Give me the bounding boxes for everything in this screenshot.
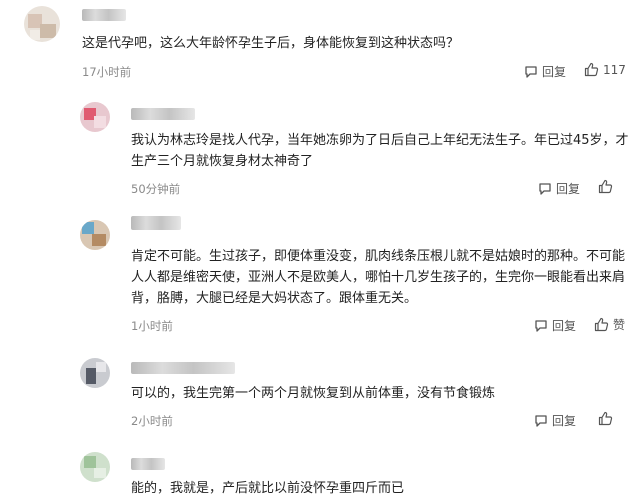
username-blurred[interactable] [131,458,165,470]
comment-text: 能的，我就是，产后就比以前没怀孕重四斤而已 [131,481,405,496]
comment-5: 能的，我就是，产后就比以前没怀孕重四斤而已 [0,0,640,496]
avatar[interactable] [80,452,110,482]
